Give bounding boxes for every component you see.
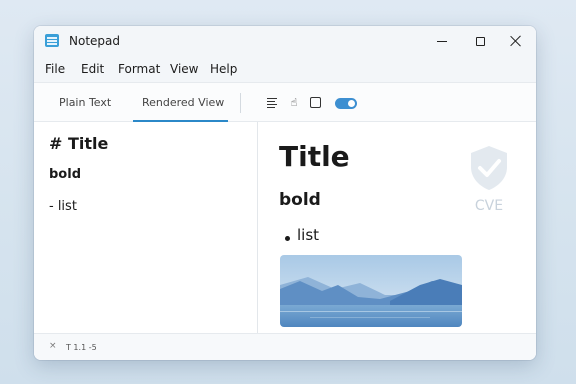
shield-check-icon: [471, 146, 507, 190]
toggle-knob: [348, 100, 355, 107]
toggle-switch[interactable]: [335, 98, 357, 109]
editor-line-list: - list: [49, 199, 77, 214]
notepad-window: Notepad File Edit Format View Help Plain…: [34, 26, 536, 360]
align-lines-icon[interactable]: [266, 96, 280, 110]
title-bar[interactable]: Notepad: [34, 26, 536, 56]
maximize-icon: [475, 36, 485, 46]
cve-watermark: CVE: [463, 142, 515, 218]
mountain-lake-image: [280, 255, 462, 327]
status-close-icon[interactable]: ×: [49, 341, 57, 351]
tab-plain-text[interactable]: Plain Text: [59, 96, 111, 109]
view-tab-bar: Plain Text Rendered View ☝: [34, 82, 536, 122]
menu-format[interactable]: Format: [118, 62, 160, 76]
menu-help[interactable]: Help: [210, 62, 237, 76]
menu-view[interactable]: View: [170, 62, 198, 76]
window-title: Notepad: [69, 34, 120, 48]
status-text: T 1.1 -5: [66, 343, 97, 352]
bullet-icon: [285, 236, 290, 241]
minimize-icon: [437, 40, 447, 42]
preview-list-item: list: [297, 226, 320, 244]
maximize-button[interactable]: [463, 29, 497, 53]
watermark-text: CVE: [474, 198, 504, 214]
markdown-editor[interactable]: # Title bold - list: [34, 122, 258, 333]
square-icon[interactable]: [309, 96, 323, 110]
menu-edit[interactable]: Edit: [81, 62, 104, 76]
rendered-preview: Title bold list CVE: [259, 122, 536, 333]
menu-bar: File Edit Format View Help: [34, 56, 536, 82]
tab-rendered-view[interactable]: Rendered View: [142, 96, 224, 109]
close-button[interactable]: [499, 29, 533, 53]
preview-bold-text: bold: [279, 190, 321, 210]
status-bar: × T 1.1 -5: [34, 333, 536, 360]
toolbar-divider: [240, 93, 241, 113]
editor-line-heading: # Title: [49, 134, 109, 153]
menu-file[interactable]: File: [45, 62, 65, 76]
preview-heading: Title: [279, 140, 350, 173]
editor-line-bold: bold: [49, 167, 81, 182]
minimize-button[interactable]: [425, 29, 459, 53]
hand-pointer-icon[interactable]: ☝: [287, 96, 301, 110]
close-icon: [510, 35, 522, 47]
notepad-app-icon: [45, 34, 59, 47]
